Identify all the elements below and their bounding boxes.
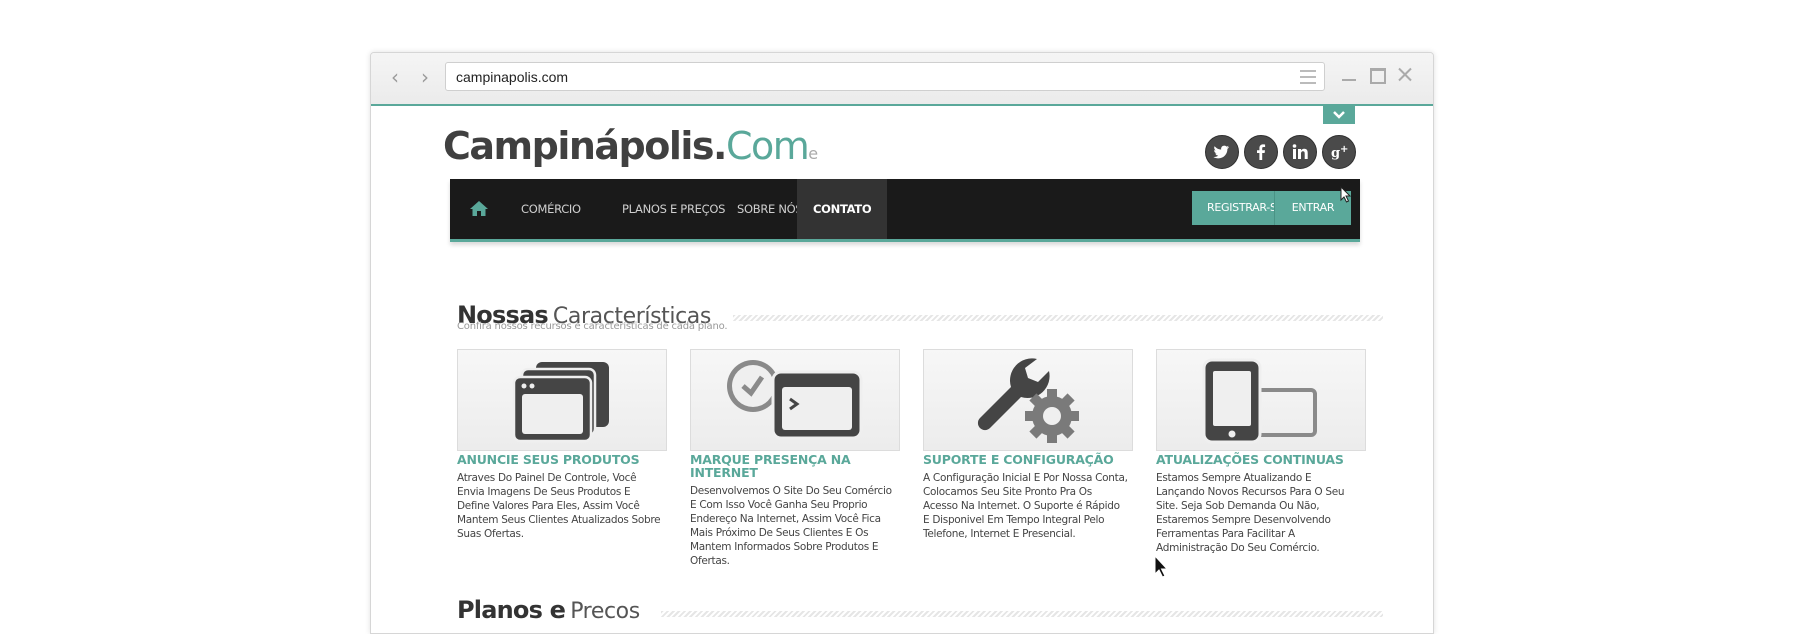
browser-windows-icon [512,362,609,443]
nav-comercio[interactable]: COMÉRCIO [505,179,597,239]
close-icon[interactable] [1395,65,1415,85]
feature-image-3[interactable] [923,349,1133,451]
svg-text:+: + [1340,144,1348,155]
header-toggle-button[interactable] [1323,106,1355,124]
wrench-gear-icon [977,358,1079,443]
menu-icon[interactable] [1300,70,1316,84]
mouse-cursor-icon [1340,186,1352,203]
chevron-right-icon[interactable]: › [413,65,437,89]
page-viewport: Campinápolis.Come g + COMÉRCIO PLANOS E P… [371,106,1433,633]
address-bar[interactable]: campinapolis.com [445,62,1325,91]
minimize-icon[interactable] [1339,65,1359,85]
chevron-down-icon [1333,111,1345,119]
svg-text:g: g [1331,146,1340,161]
url-text: campinapolis.com [456,69,569,85]
feature-image-1[interactable] [457,349,667,451]
twitter-icon[interactable] [1205,135,1239,169]
heading-divider [661,611,1383,617]
register-button[interactable]: REGISTRAR-SE [1192,191,1284,225]
plans-heading-light: Precos [570,599,640,624]
logo-tail: e [808,144,819,163]
home-icon[interactable] [468,199,490,219]
logo-tld: Com [725,124,810,168]
feature-desc-3: A Configuração Inicial E Por Nossa Conta… [923,472,1128,540]
main-navbar: COMÉRCIO PLANOS E PREÇOS SOBRE NÓS CONTA… [450,179,1360,242]
feature-image-4[interactable] [1156,349,1366,451]
facebook-icon[interactable] [1244,135,1278,169]
site-logo[interactable]: Campinápolis.Come [443,124,818,168]
feature-desc-2: Desenvolvemos O Site Do Seu Comércio E C… [690,485,892,567]
logo-main: Campinápolis. [443,124,727,168]
feature-title-3[interactable]: SUPORTE E CONFIGURAÇÃO [923,453,1138,466]
browser-toolbar: ‹ › campinapolis.com [371,53,1433,106]
feature-desc-4: Estamos Sempre Atualizando E Lançando No… [1156,472,1345,554]
heading-divider [733,315,1383,321]
features-subtitle: Confira nossos recursos e característica… [457,321,728,332]
nav-contato[interactable]: CONTATO [797,179,888,239]
browser-window: ‹ › campinapolis.com Campinápolis.Come g… [370,52,1434,634]
google-plus-icon[interactable]: g + [1322,135,1356,169]
mouse-cursor-icon [1154,555,1169,578]
feature-title-4[interactable]: ATUALIZAÇÕES CONTINUAS [1156,453,1371,466]
feature-desc-1: Atraves Do Painel De Controle, Você Envi… [457,472,661,540]
clock-terminal-icon [727,360,863,440]
linkedin-icon[interactable] [1283,135,1317,169]
devices-icon [1202,358,1317,444]
maximize-icon[interactable] [1367,65,1387,85]
feature-image-2[interactable] [690,349,900,451]
feature-title-2[interactable]: MARQUE PRESENÇA NA INTERNET [690,453,905,479]
chevron-left-icon[interactable]: ‹ [383,65,407,89]
feature-title-1[interactable]: ANUNCIE SEUS PRODUTOS [457,453,672,466]
